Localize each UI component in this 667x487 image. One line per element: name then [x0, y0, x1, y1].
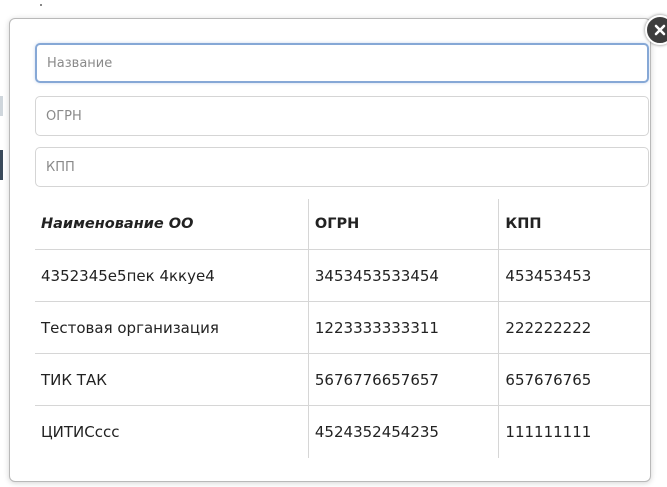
ogrn-search-input[interactable]	[35, 96, 649, 136]
organization-search-dialog: Наименование ОО ОГРН КПП 4352345е5пек 4к…	[9, 18, 651, 482]
cell-ogrn: 1223333333311	[308, 301, 500, 354]
cell-ogrn: 3453453533454	[308, 249, 500, 302]
background-fragment	[40, 4, 42, 6]
background-fragment	[0, 150, 3, 180]
column-header-kpp[interactable]: КПП	[499, 199, 650, 250]
cell-ogrn: 4524352454235	[308, 405, 500, 458]
background-fragment	[0, 96, 3, 116]
table-row[interactable]: ТИК ТАК 5676776657657 657676765	[35, 353, 650, 406]
cell-kpp: 111111111	[498, 405, 650, 458]
organizations-table: Наименование ОО ОГРН КПП 4352345е5пек 4к…	[35, 199, 650, 458]
table-row[interactable]: Тестовая организация 1223333333311 22222…	[35, 301, 650, 354]
table-header-row: Наименование ОО ОГРН КПП	[35, 199, 650, 250]
table-row[interactable]: ЦИТИСссс 4524352454235 111111111	[35, 405, 650, 458]
cell-kpp: 222222222	[498, 301, 650, 354]
name-search-input[interactable]	[35, 43, 649, 83]
cell-name: ТИК ТАК	[35, 353, 309, 406]
kpp-search-input[interactable]	[35, 147, 649, 187]
cell-kpp: 657676765	[498, 353, 650, 406]
close-button[interactable]	[645, 15, 667, 45]
table-row[interactable]: 4352345е5пек 4ккуе4 3453453533454 453453…	[35, 249, 650, 302]
cell-ogrn: 5676776657657	[308, 353, 500, 406]
close-icon	[654, 24, 666, 36]
cell-kpp: 453453453	[498, 249, 650, 302]
cell-name: ЦИТИСссс	[35, 405, 309, 458]
column-header-name[interactable]: Наименование ОО	[35, 199, 309, 250]
cell-name: 4352345е5пек 4ккуе4	[35, 249, 309, 302]
cell-name: Тестовая организация	[35, 301, 309, 354]
column-header-ogrn[interactable]: ОГРН	[308, 199, 500, 250]
